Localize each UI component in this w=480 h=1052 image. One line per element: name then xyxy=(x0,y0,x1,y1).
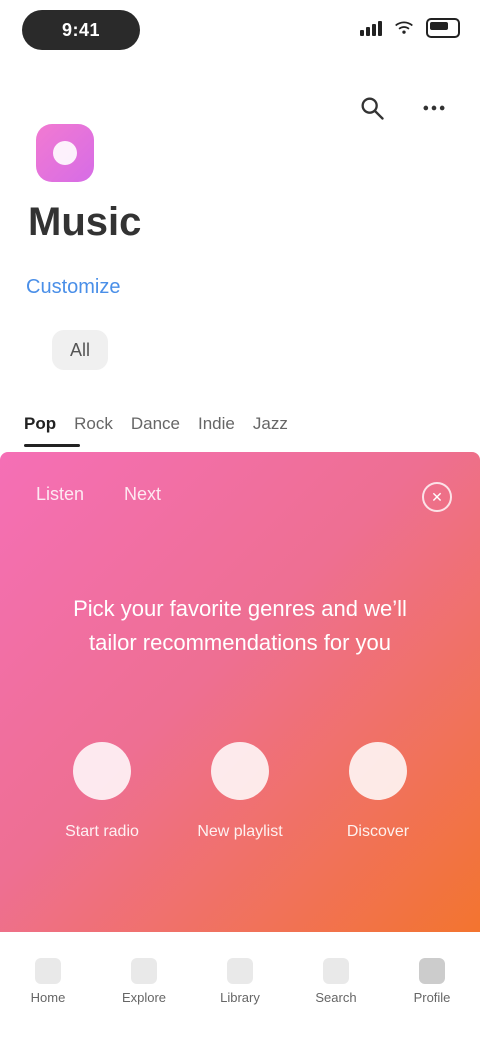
card-header: Listen Next xyxy=(36,484,161,505)
signal-icon xyxy=(360,20,382,36)
page-title: Music xyxy=(28,200,142,244)
more-button[interactable] xyxy=(414,88,454,128)
top-actions xyxy=(352,88,454,128)
search-icon xyxy=(361,97,384,120)
card-header-left[interactable]: Listen xyxy=(36,484,84,505)
option-start-radio[interactable]: Start radio xyxy=(36,742,168,844)
home-icon xyxy=(35,958,61,984)
option-label: New playlist xyxy=(197,823,283,840)
explore-icon xyxy=(131,958,157,984)
nav-search[interactable]: Search xyxy=(296,952,376,1005)
music-icon xyxy=(53,141,77,165)
search-button[interactable] xyxy=(352,88,392,128)
nav-home[interactable]: Home xyxy=(8,952,88,1005)
tab-indie[interactable]: Indie xyxy=(198,414,235,434)
bottom-nav: Home Explore Library Search Profile xyxy=(0,940,480,1052)
app-icon xyxy=(36,124,94,182)
tab-rock[interactable]: Rock xyxy=(74,414,113,434)
more-icon xyxy=(423,105,445,111)
active-tab-underline xyxy=(24,444,80,447)
tab-jazz[interactable]: Jazz xyxy=(253,414,288,434)
genre-tabs: Pop Rock Dance Indie Jazz xyxy=(24,404,456,444)
nav-label: Profile xyxy=(413,990,451,1005)
tab-pop[interactable]: Pop xyxy=(24,414,56,434)
battery-icon xyxy=(426,18,460,38)
status-icons xyxy=(360,18,460,38)
option-label: Discover xyxy=(346,823,410,840)
card-close-button[interactable]: ✕ xyxy=(422,482,452,512)
tab-dance[interactable]: Dance xyxy=(131,414,180,434)
library-icon xyxy=(227,958,253,984)
nav-label: Search xyxy=(315,990,357,1005)
customize-link[interactable]: Customize xyxy=(26,276,120,299)
search-icon xyxy=(323,958,349,984)
time-pill: 9:41 xyxy=(22,10,140,50)
nav-explore[interactable]: Explore xyxy=(104,952,184,1005)
status-bar: 9:41 xyxy=(0,0,480,64)
card-header-next[interactable]: Next xyxy=(124,484,161,505)
nav-label: Library xyxy=(220,990,260,1005)
nav-label: Home xyxy=(30,990,66,1005)
filter-chip-all[interactable]: All xyxy=(52,330,108,370)
nav-profile[interactable]: Profile xyxy=(392,952,472,1005)
option-discover[interactable]: Discover xyxy=(312,742,444,844)
card-headline: Pick your favorite genres and we’ll tail… xyxy=(73,596,407,655)
status-time: 9:41 xyxy=(61,20,101,40)
nav-library[interactable]: Library xyxy=(200,952,280,1005)
wifi-icon xyxy=(395,21,413,34)
playlist-icon xyxy=(211,742,269,800)
close-icon: ✕ xyxy=(431,488,443,505)
discover-icon xyxy=(349,742,407,800)
radio-icon xyxy=(73,742,131,800)
profile-icon xyxy=(419,958,445,984)
nav-label: Explore xyxy=(121,990,167,1005)
card-options: Start radio New playlist Discover xyxy=(36,742,444,844)
promo-card: Listen Next ✕ Pick your favorite genres … xyxy=(0,452,480,932)
option-label: Start radio xyxy=(65,823,139,840)
option-new-playlist[interactable]: New playlist xyxy=(174,742,306,844)
